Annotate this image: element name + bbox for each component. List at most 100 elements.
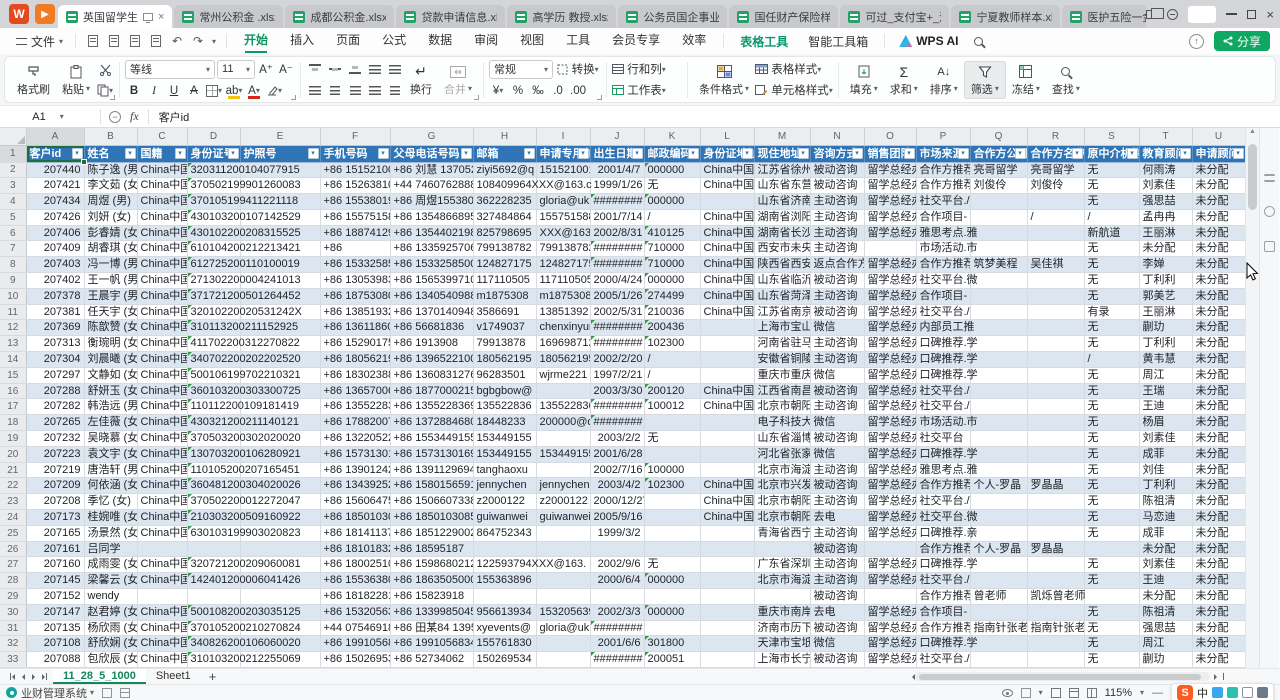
cell-style-button[interactable]: 单元格样式▾ (755, 81, 833, 99)
cell[interactable]: 留学总经办 (864, 288, 916, 304)
cell[interactable]: 刘素佳 (1139, 557, 1192, 573)
cell[interactable]: 青海省西宁 (754, 525, 810, 541)
cell[interactable]: 151521001 (536, 162, 590, 178)
column-letter[interactable]: E (240, 128, 320, 145)
cell[interactable]: 江苏省徐州 (754, 162, 810, 178)
cell[interactable]: 无 (1084, 557, 1139, 573)
cell[interactable]: +86 1372884680 (390, 415, 473, 431)
cell[interactable]: 河南省驻马 (754, 336, 810, 352)
cell[interactable]: China中国 (137, 178, 187, 194)
cell[interactable] (700, 573, 754, 589)
cell[interactable]: 社交平台./ (916, 383, 970, 399)
cell[interactable] (700, 636, 754, 652)
cell[interactable]: 马恋迪 (1139, 510, 1192, 526)
cell[interactable]: +44 07546918 (320, 620, 390, 636)
cell[interactable] (700, 336, 754, 352)
format-painter-button[interactable]: 格式刷 (11, 62, 56, 98)
file-menu-button[interactable]: 文件 ▾ (10, 33, 69, 50)
cell[interactable] (1027, 525, 1084, 541)
cell[interactable]: +86 18101832 (320, 541, 390, 557)
cell[interactable]: 被动咨询 (810, 304, 864, 320)
cell[interactable] (700, 652, 754, 668)
cell[interactable]: / (1084, 352, 1139, 368)
cell[interactable]: 无 (1084, 241, 1139, 257)
cell[interactable]: 110112200109181419 (187, 399, 240, 415)
maximize-button[interactable] (1247, 10, 1256, 19)
cell[interactable]: 胡睿琪 (女 (84, 241, 137, 257)
cell[interactable]: China中国 (700, 273, 754, 289)
number-format-select[interactable]: 常规▾ (489, 60, 553, 79)
cell[interactable]: 430321200211140121 (187, 415, 240, 431)
cell[interactable]: 未分配 (1192, 510, 1245, 526)
cell[interactable]: 有录 (1084, 304, 1139, 320)
cell[interactable]: 320721200209060081 (187, 557, 240, 573)
cell[interactable]: 未分配 (1139, 541, 1192, 557)
align-left-button[interactable] (306, 81, 324, 99)
cell[interactable]: 个人-罗晶 (970, 478, 1027, 494)
cell[interactable]: 207402 (26, 273, 84, 289)
cell[interactable]: 2003/4/2 (590, 478, 644, 494)
cell[interactable]: z2000122 (536, 494, 590, 510)
cell[interactable]: 370502199901260083 (187, 178, 240, 194)
align-bottom-button[interactable] (346, 60, 364, 78)
cell[interactable] (754, 589, 810, 605)
underline-button[interactable]: U (165, 82, 183, 100)
cell[interactable]: 207265 (26, 415, 84, 431)
row-number[interactable]: 31 (0, 620, 26, 636)
cell[interactable]: 留学总经办 (864, 257, 916, 273)
cell[interactable]: 北京市朝阳 (754, 399, 810, 415)
cell[interactable]: 未分配 (1192, 541, 1245, 557)
cell[interactable]: 汤景然 (女 (84, 525, 137, 541)
cell[interactable]: +86 1355228369 (390, 399, 473, 415)
cell[interactable] (1027, 273, 1084, 289)
cell[interactable]: +86 1991056834 (390, 636, 473, 652)
cell[interactable]: 169698712 (536, 336, 590, 352)
menu-tab[interactable]: 视图 (509, 28, 555, 54)
tab-smart-toolbox[interactable]: 智能工具箱 (798, 33, 878, 50)
cell[interactable]: ######## (590, 620, 644, 636)
cell[interactable]: 207108 (26, 636, 84, 652)
cell[interactable]: 舒妍玉 (女 (84, 383, 137, 399)
cell[interactable]: 未分配 (1192, 257, 1245, 273)
cell[interactable]: 370105199411221118 (187, 194, 240, 210)
justify-button[interactable] (366, 81, 384, 99)
cell[interactable]: 310103200212255069 (187, 652, 240, 668)
cell[interactable]: China中国 (137, 494, 187, 510)
cell[interactable]: +86 13552283 (320, 399, 390, 415)
cell[interactable]: China中国 (700, 304, 754, 320)
cell[interactable]: 未分配 (1192, 273, 1245, 289)
cell[interactable] (240, 541, 320, 557)
column-header[interactable]: 国籍▾ (137, 145, 187, 162)
column-header[interactable]: 销售团队▾ (864, 145, 916, 162)
cell[interactable]: 李文茹 (女 (84, 178, 137, 194)
cell[interactable]: 微信 (810, 636, 864, 652)
ime-mic-icon[interactable] (1227, 687, 1238, 698)
cell[interactable]: 郭美艺 (1139, 288, 1192, 304)
cell[interactable] (700, 668, 754, 669)
cell[interactable]: 刘俊伶 (970, 178, 1027, 194)
cell[interactable]: 合作项目- (916, 209, 970, 225)
cell[interactable]: 327484864 (473, 209, 536, 225)
cell[interactable]: China中国 (137, 399, 187, 415)
cell[interactable]: China中国 (137, 525, 187, 541)
cell[interactable] (700, 557, 754, 573)
sogou-logo-icon[interactable]: S (1177, 685, 1193, 700)
cell[interactable]: +86 1877000215 (390, 383, 473, 399)
document-tab[interactable]: 英国留学生× (58, 5, 172, 28)
row-number[interactable]: 30 (0, 604, 26, 620)
cell[interactable]: 湖南省长沙 (754, 225, 810, 241)
cell[interactable]: 罗晶晶 (1027, 478, 1084, 494)
cell[interactable]: 500108200203035125 (187, 604, 240, 620)
row-number[interactable]: 5 (0, 209, 26, 225)
decrease-decimal-button[interactable]: .00 (569, 82, 587, 100)
cell[interactable]: 无 (1084, 478, 1139, 494)
row-number[interactable]: 13 (0, 336, 26, 352)
cell[interactable]: 周煜 (男) (84, 194, 137, 210)
cell[interactable]: 内部员工推 (916, 320, 970, 336)
cell[interactable]: +86 13611860 (320, 320, 390, 336)
cell[interactable]: China中国 (137, 225, 187, 241)
cell[interactable]: gloria@uk (536, 620, 590, 636)
find-button[interactable]: 查找▾ (1046, 62, 1086, 98)
cell[interactable]: 155751588 (536, 209, 590, 225)
cell[interactable] (1027, 336, 1084, 352)
